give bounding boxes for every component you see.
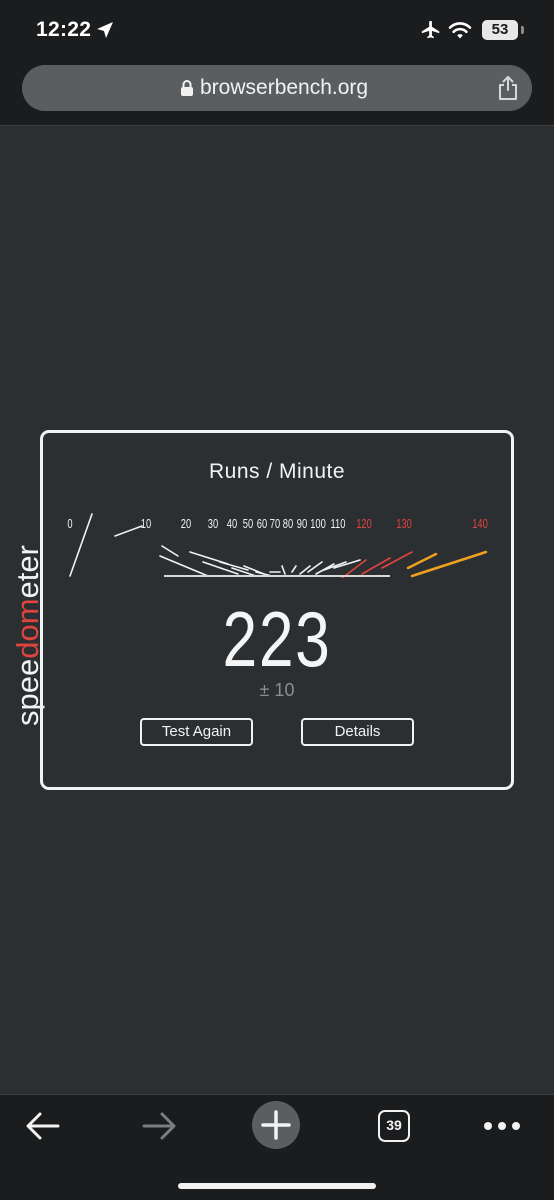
- score-value: 223: [222, 595, 332, 683]
- airplane-icon: [421, 20, 440, 39]
- forward-arrow-icon[interactable]: [140, 1109, 178, 1143]
- gauge-tick: [159, 555, 209, 577]
- gauge-tick: [291, 565, 297, 573]
- location-arrow-icon: [97, 22, 113, 38]
- gauge-tick: [114, 525, 143, 537]
- bottom-toolbar: 39: [0, 1094, 554, 1200]
- scale-label: 30: [208, 518, 218, 532]
- share-icon[interactable]: [496, 75, 520, 101]
- home-indicator: [178, 1183, 376, 1189]
- scale-label: 110: [331, 518, 346, 532]
- scale-label: 140: [472, 518, 488, 532]
- back-arrow-icon[interactable]: [24, 1109, 62, 1143]
- scale-label: 60: [257, 518, 267, 532]
- gauge-tick: [406, 552, 438, 570]
- test-again-button[interactable]: Test Again: [140, 718, 253, 746]
- gauge-tick: [307, 561, 323, 573]
- page-content: speedometer Runs / Minute 0 10 20 30 40 50 60 7…: [0, 126, 554, 1094]
- scale-label: 100: [310, 518, 326, 532]
- scale-label: 120: [356, 518, 372, 532]
- gauge-divider: [164, 575, 390, 577]
- wifi-icon: [448, 22, 472, 39]
- gauge-tick: [161, 545, 179, 557]
- gauge-title: Runs / Minute: [208, 460, 346, 483]
- new-tab-button[interactable]: [252, 1101, 300, 1149]
- details-button[interactable]: Details: [301, 718, 414, 746]
- scale-label: 40: [227, 518, 237, 532]
- url-text: browserbench.org: [200, 76, 369, 99]
- scale-label: 50: [243, 518, 253, 532]
- more-icon[interactable]: [482, 1117, 522, 1135]
- tabs-button[interactable]: 39: [378, 1110, 410, 1142]
- gauge-tick: [410, 550, 488, 578]
- status-time: 12:22: [36, 18, 92, 41]
- lock-icon: [181, 80, 193, 96]
- battery-level: 53: [491, 21, 509, 38]
- scale-label: 90: [297, 518, 307, 532]
- gauge-tick: [281, 565, 286, 575]
- plus-icon: [261, 1110, 291, 1140]
- speedometer-gauge: 0 10 20 30 40 50 60 70 80 90 100 110 120 130 140: [67, 513, 488, 578]
- scale-label: 10: [141, 518, 151, 532]
- scale-label: 20: [181, 518, 191, 532]
- scale-label: 80: [283, 518, 293, 532]
- status-bar: 12:22 53: [0, 0, 554, 60]
- scale-label: 0: [67, 518, 72, 532]
- address-bar-area: browserbench.org: [0, 60, 554, 126]
- scale-label: 70: [270, 518, 280, 532]
- gauge-tick: [299, 565, 311, 575]
- scale-label: 130: [396, 518, 412, 532]
- address-bar[interactable]: browserbench.org: [22, 65, 532, 111]
- score-margin: ± 10: [259, 680, 295, 700]
- battery-indicator: 53: [482, 20, 524, 40]
- gauge-tick: [69, 513, 93, 577]
